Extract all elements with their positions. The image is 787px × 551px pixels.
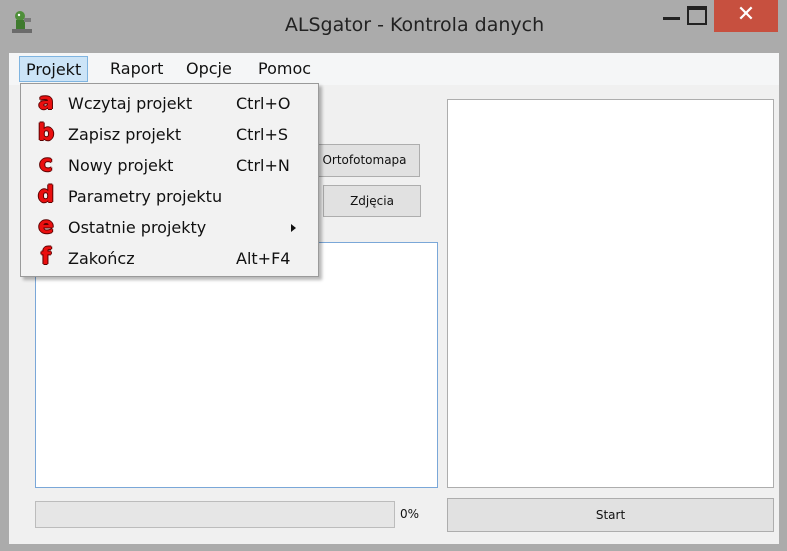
letter-b-icon: b xyxy=(37,120,55,146)
progress-bar xyxy=(35,501,395,528)
start-button[interactable]: Start xyxy=(447,498,774,532)
menu-item-label: Parametry projektu xyxy=(68,187,223,206)
menu-item-wczytaj-projekt[interactable]: a Wczytaj projekt Ctrl+O xyxy=(21,88,318,119)
menu-item-label: Nowy projekt xyxy=(68,156,174,175)
menu-item-label: Zakończ xyxy=(68,249,135,268)
menu-opcje[interactable]: Opcje xyxy=(180,56,238,82)
menu-pomoc[interactable]: Pomoc xyxy=(252,56,317,82)
menu-item-label: Zapisz projekt xyxy=(68,125,182,144)
menu-bar: Projekt Raport Opcje Pomoc xyxy=(9,53,779,85)
close-icon: ✕ xyxy=(736,2,756,27)
letter-f-icon: f xyxy=(40,244,51,270)
menu-item-ostatnie-projekty[interactable]: e Ostatnie projekty xyxy=(21,212,318,243)
menu-item-parametry-projektu[interactable]: d Parametry projektu xyxy=(21,181,318,212)
letter-c-icon: c xyxy=(39,151,53,177)
letter-e-icon: e xyxy=(38,213,54,239)
title-bar[interactable]: ALSgator - Kontrola danych ✕ xyxy=(0,0,787,55)
ortofotomapa-button[interactable]: Ortofotomapa xyxy=(309,144,420,177)
menu-item-shortcut: Ctrl+N xyxy=(236,156,290,175)
menu-projekt[interactable]: Projekt xyxy=(19,56,89,82)
close-button[interactable]: ✕ xyxy=(714,0,778,32)
menu-item-nowy-projekt[interactable]: c Nowy projekt Ctrl+N xyxy=(21,150,318,181)
menu-item-label: Wczytaj projekt xyxy=(68,94,193,113)
zdjecia-button[interactable]: Zdjęcia xyxy=(323,185,421,217)
menu-raport[interactable]: Raport xyxy=(104,56,169,82)
menu-item-shortcut: Alt+F4 xyxy=(236,249,291,268)
menu-item-zapisz-projekt[interactable]: b Zapisz projekt Ctrl+S xyxy=(21,119,318,150)
menu-item-zakoncz[interactable]: f Zakończ Alt+F4 xyxy=(21,243,318,274)
menu-item-shortcut: Ctrl+O xyxy=(236,94,291,113)
menu-item-label: Ostatnie projekty xyxy=(68,218,207,237)
progress-percent: 0% xyxy=(400,507,420,521)
letter-d-icon: d xyxy=(37,182,55,208)
menu-item-shortcut: Ctrl+S xyxy=(236,125,289,144)
project-list[interactable] xyxy=(35,242,438,488)
app-window: ALSgator - Kontrola danych ✕ Projekt Rap… xyxy=(0,0,787,551)
preview-panel[interactable] xyxy=(447,99,774,488)
letter-a-icon: a xyxy=(38,89,54,115)
submenu-arrow-icon xyxy=(291,224,296,232)
projekt-dropdown-menu: a Wczytaj projekt Ctrl+O b Zapisz projek… xyxy=(20,83,319,277)
